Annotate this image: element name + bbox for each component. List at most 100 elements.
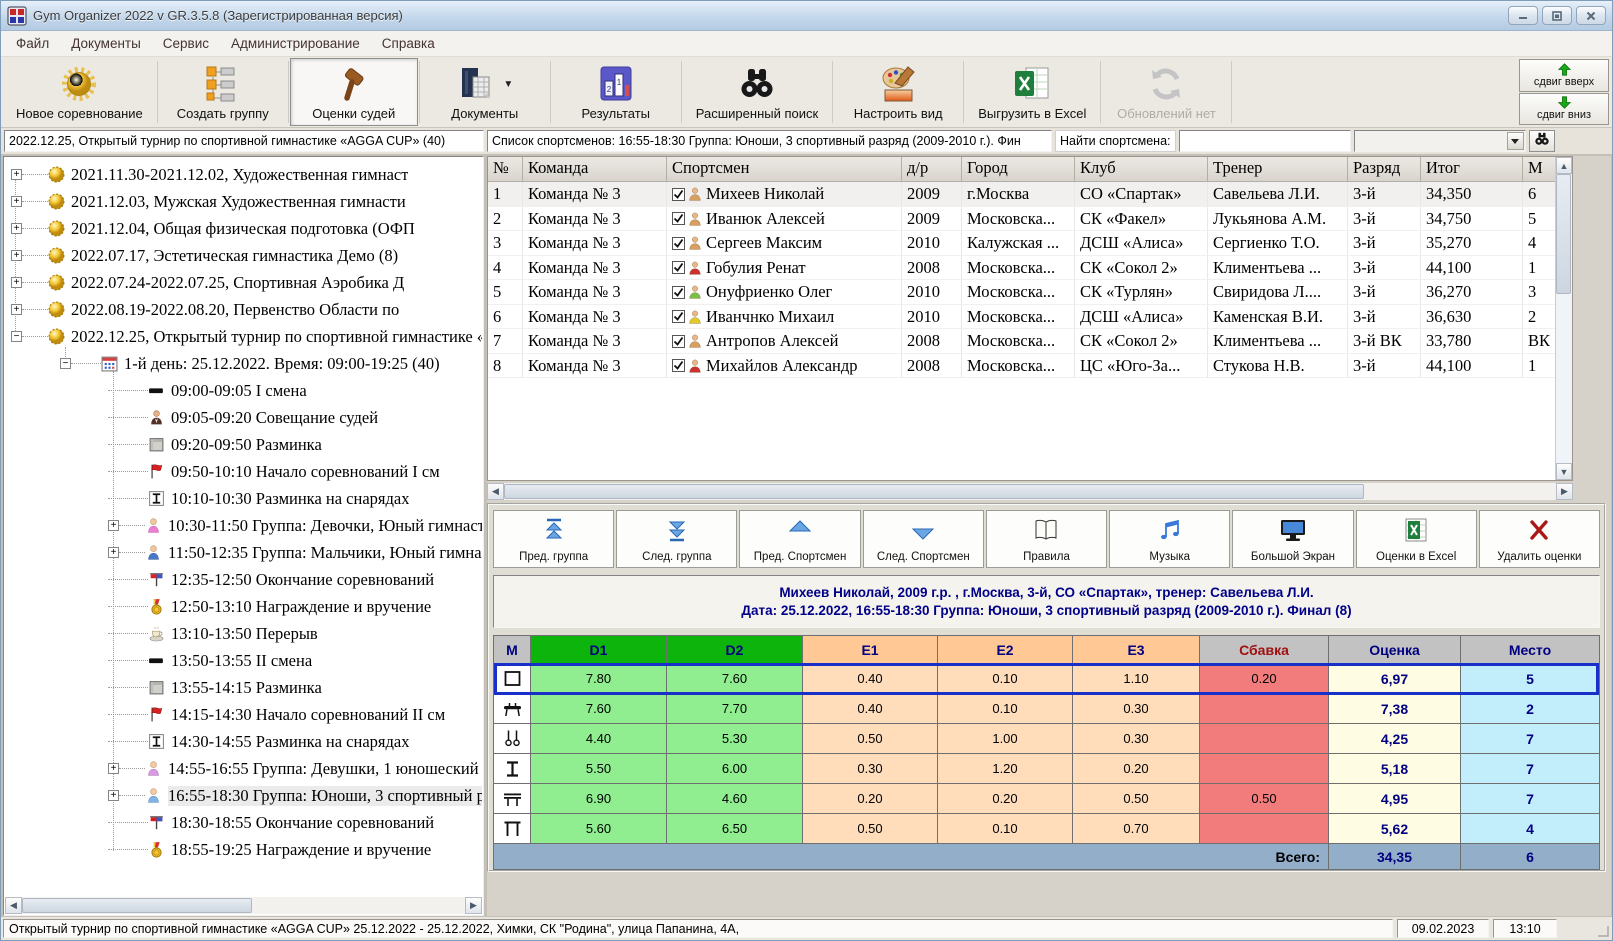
athlete-cell[interactable]: 2009 <box>902 182 962 207</box>
score-cell[interactable]: 5.30 <box>667 724 802 753</box>
athlete-cell[interactable]: 34,750 <box>1421 207 1523 232</box>
close-button[interactable] <box>1576 6 1606 25</box>
athlete-cell[interactable]: Московска... <box>962 354 1075 379</box>
score-cell[interactable]: 7.60 <box>531 694 666 723</box>
athlete-cell[interactable]: 2010 <box>902 280 962 305</box>
scroll-right-icon[interactable]: ▶ <box>465 897 482 914</box>
athlete-cell[interactable]: Команда № 3 <box>523 256 667 281</box>
score-cell[interactable]: 0.70 <box>1073 814 1199 843</box>
tree-scroll-thumb[interactable] <box>22 898 252 913</box>
tree-expander-plus[interactable]: + <box>108 763 119 774</box>
athlete-cell[interactable]: Михеев Николай <box>667 182 902 207</box>
athlete-checkbox[interactable] <box>672 286 685 299</box>
athlete-cell[interactable]: Московска... <box>962 329 1075 354</box>
scroll-left-icon[interactable]: ◀ <box>5 897 22 914</box>
athlete-cell[interactable]: 6 <box>1523 182 1556 207</box>
score-cell[interactable]: 0.20 <box>1073 754 1199 783</box>
athlete-cell[interactable]: 7 <box>488 329 523 354</box>
athlete-cell[interactable]: Антропов Алексей <box>667 329 902 354</box>
score-cell[interactable]: 4.60 <box>667 784 802 813</box>
score-cell[interactable]: 0.20 <box>938 784 1072 813</box>
scroll-right-icon[interactable]: ▶ <box>1556 483 1573 500</box>
toolbar-button-customize-view[interactable]: Настроить вид <box>834 58 962 126</box>
score-cell[interactable]: 0.20 <box>1200 664 1328 693</box>
tree-expander-plus[interactable]: + <box>11 250 22 261</box>
tree-item[interactable]: 12:50-13:10 Награждение и вручение <box>5 593 482 620</box>
tree-item[interactable]: 18:55-19:25 Награждение и вручение <box>5 836 482 863</box>
resize-grip[interactable] <box>1596 924 1610 938</box>
score-button-next-athlete[interactable]: След. Спортсмен <box>863 510 984 568</box>
athlete-cell[interactable]: 1 <box>1523 354 1556 379</box>
tree-item[interactable]: 13:55-14:15 Разминка <box>5 674 482 701</box>
tree-item[interactable]: 13:50-13:55 II смена <box>5 647 482 674</box>
tree-expander-plus[interactable]: + <box>11 169 22 180</box>
score-cell[interactable]: 0.50 <box>1200 784 1328 813</box>
athlete-cell[interactable]: 8 <box>488 354 523 379</box>
score-cell[interactable] <box>1200 754 1328 783</box>
toolbar-button-new-competition[interactable]: Новое соревнование <box>3 58 156 126</box>
athlete-cell[interactable]: 1 <box>488 182 523 207</box>
tree-expander-minus[interactable]: − <box>11 331 22 342</box>
athlete-checkbox[interactable] <box>672 237 685 250</box>
tree-expander-plus[interactable]: + <box>11 304 22 315</box>
tree-horizontal-scrollbar[interactable]: ◀ ▶ <box>5 897 482 914</box>
toolbar-button-documents[interactable]: ▼Документы <box>421 58 549 126</box>
athlete-checkbox[interactable] <box>672 261 685 274</box>
athlete-cell[interactable]: 4 <box>488 256 523 281</box>
scroll-down-icon[interactable]: ▼ <box>1556 463 1572 480</box>
athlete-checkbox[interactable] <box>672 310 685 323</box>
toolbar-button-results[interactable]: 21Результаты <box>552 58 680 126</box>
score-cell[interactable]: 0.10 <box>938 664 1072 693</box>
athlete-cell[interactable]: СК «Факел» <box>1075 207 1208 232</box>
score-cell[interactable] <box>1200 694 1328 723</box>
athlete-cell[interactable]: Команда № 3 <box>523 354 667 379</box>
athlete-cell[interactable]: Команда № 3 <box>523 305 667 330</box>
scroll-left-icon[interactable]: ◀ <box>487 483 504 500</box>
score-total-cell[interactable]: 4,25 <box>1329 724 1460 753</box>
athlete-cell[interactable]: 2010 <box>902 305 962 330</box>
tree-item[interactable]: +10:30-11:50 Группа: Девочки, Юный гимна… <box>5 512 482 539</box>
chevron-down-icon[interactable] <box>1507 132 1524 150</box>
score-total-cell[interactable]: 6,97 <box>1329 664 1460 693</box>
athlete-cell[interactable]: Команда № 3 <box>523 280 667 305</box>
tree-item[interactable]: 10:10-10:30 Разминка на снарядах <box>5 485 482 512</box>
score-cell[interactable]: 0.10 <box>938 694 1072 723</box>
athlete-cell[interactable]: ДСШ «Алиса» <box>1075 231 1208 256</box>
athlete-cell[interactable]: 3-й <box>1348 182 1421 207</box>
athlete-cell[interactable]: Климентьева ... <box>1208 256 1348 281</box>
score-total-cell[interactable]: 5,62 <box>1329 814 1460 843</box>
score-button-music-note[interactable]: Музыка <box>1109 510 1230 568</box>
athlete-cell[interactable]: 3 <box>1523 280 1556 305</box>
athlete-checkbox[interactable] <box>672 359 685 372</box>
athlete-cell[interactable]: 33,780 <box>1421 329 1523 354</box>
athlete-cell[interactable]: Команда № 3 <box>523 207 667 232</box>
athlete-cell[interactable]: СК «Турлян» <box>1075 280 1208 305</box>
athlete-cell[interactable]: Сергиенко Т.О. <box>1208 231 1348 256</box>
maximize-button[interactable] <box>1542 6 1572 25</box>
tree-item[interactable]: 14:15-14:30 Начало соревнований II см <box>5 701 482 728</box>
scroll-up-icon[interactable]: ▲ <box>1556 157 1572 174</box>
score-cell[interactable]: 0.20 <box>803 784 937 813</box>
tree-item[interactable]: 13:10-13:50 Перерыв <box>5 620 482 647</box>
score-cell[interactable]: 5.60 <box>531 814 666 843</box>
score-cell[interactable]: 0.40 <box>803 664 937 693</box>
toolbar-button-arrow-up-green[interactable]: сдвиг вверх <box>1519 59 1609 92</box>
athlete-cell[interactable]: Команда № 3 <box>523 231 667 256</box>
athlete-cell[interactable]: Михайлов Александр <box>667 354 902 379</box>
score-cell[interactable]: 7.80 <box>531 664 666 693</box>
tree-item[interactable]: 09:50-10:10 Начало соревнований I см <box>5 458 482 485</box>
score-button-big-screen[interactable]: Большой Экран <box>1232 510 1353 568</box>
athlete-cell[interactable]: Московска... <box>962 280 1075 305</box>
athlete-cell[interactable]: Лукьянова А.М. <box>1208 207 1348 232</box>
athlete-cell[interactable]: 2009 <box>902 207 962 232</box>
title-bar[interactable]: Gym Organizer 2022 v GR.3.5.8 (Зарегистр… <box>1 1 1612 31</box>
athlete-checkbox[interactable] <box>672 212 685 225</box>
score-button-rules-book[interactable]: Правила <box>986 510 1107 568</box>
athlete-cell[interactable]: ВК <box>1523 329 1556 354</box>
score-cell[interactable]: 0.10 <box>938 814 1072 843</box>
menu-item-0[interactable]: Файл <box>5 32 60 55</box>
athlete-cell[interactable]: 2 <box>1523 305 1556 330</box>
tree-item[interactable]: +2021.12.03, Мужская Художественная гимн… <box>5 188 482 215</box>
score-cell[interactable] <box>1200 814 1328 843</box>
athlete-cell[interactable]: 3-й <box>1348 207 1421 232</box>
